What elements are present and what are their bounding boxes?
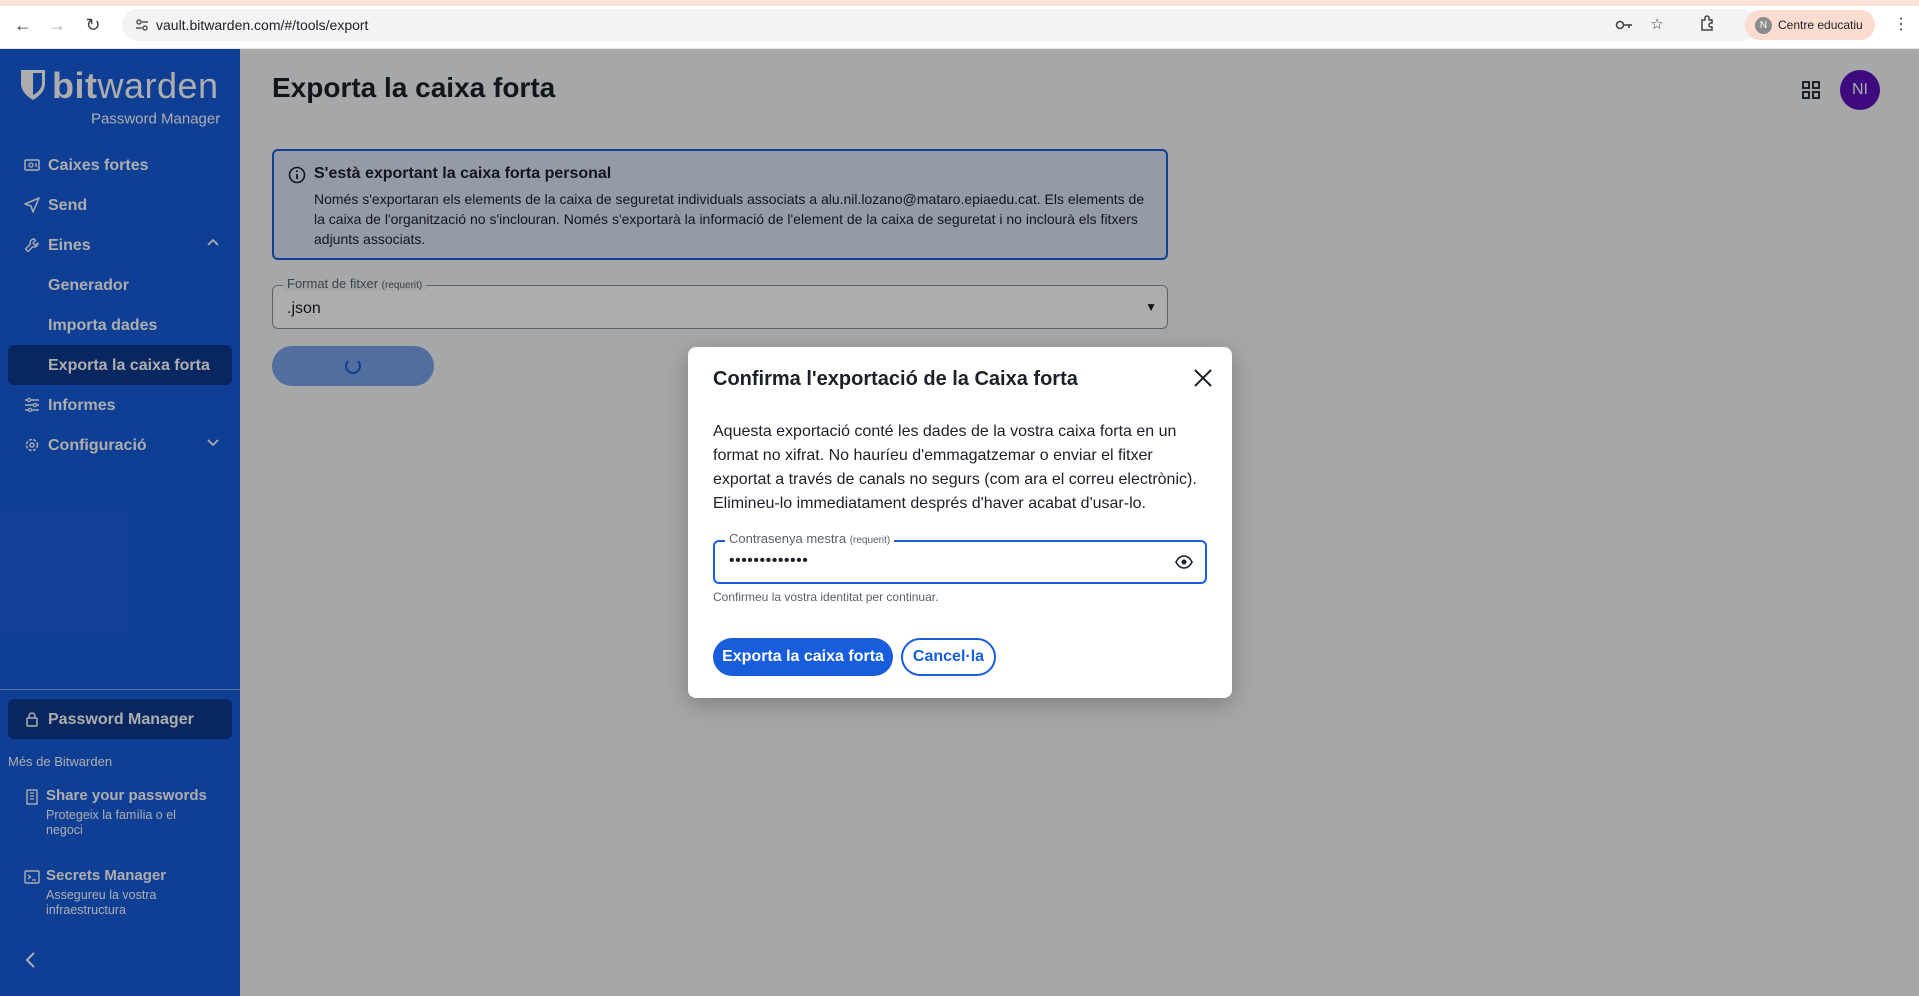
master-password-label: Contrasenya mestra (requerit) [725, 531, 895, 546]
confirm-export-button[interactable]: Exporta la caixa forta [713, 638, 893, 676]
profile-name: Centre educatiu [1778, 18, 1863, 32]
forward-icon[interactable]: → [46, 14, 68, 36]
eye-icon[interactable] [1175, 555, 1193, 569]
password-key-icon[interactable] [1615, 17, 1633, 33]
confirm-export-dialog: Confirma l'exportació de la Caixa forta … [688, 347, 1232, 698]
tab-strip-edge [0, 0, 1919, 6]
master-password-field[interactable]: Contrasenya mestra (requerit) ••••••••••… [713, 531, 1207, 584]
browser-chrome: ← → ↻ vault.bitwarden.com/#/tools/export… [0, 0, 1919, 49]
profile-initial: N [1755, 17, 1772, 34]
url-text[interactable]: vault.bitwarden.com/#/tools/export [156, 17, 368, 33]
dialog-title: Confirma l'exportació de la Caixa forta [713, 368, 1078, 390]
reload-icon[interactable]: ↻ [82, 14, 104, 36]
cancel-button[interactable]: Cancel·la [901, 638, 996, 676]
back-icon[interactable]: ← [12, 14, 34, 36]
password-helper-text: Confirmeu la vostra identitat per contin… [713, 590, 939, 604]
browser-menu-icon[interactable]: ⋮ [1893, 14, 1909, 36]
close-icon[interactable] [1192, 367, 1214, 389]
bookmark-star-icon[interactable]: ☆ [1648, 17, 1666, 33]
site-info-icon[interactable] [134, 17, 150, 33]
dialog-body: Aquesta exportació conté les dades de la… [713, 423, 1197, 512]
browser-profile-button[interactable]: N Centre educatiu [1745, 10, 1875, 40]
master-password-input[interactable]: ••••••••••••• [729, 552, 808, 570]
address-bar[interactable]: vault.bitwarden.com/#/tools/export ☆ [122, 9, 1757, 41]
extensions-icon[interactable] [1697, 14, 1719, 36]
